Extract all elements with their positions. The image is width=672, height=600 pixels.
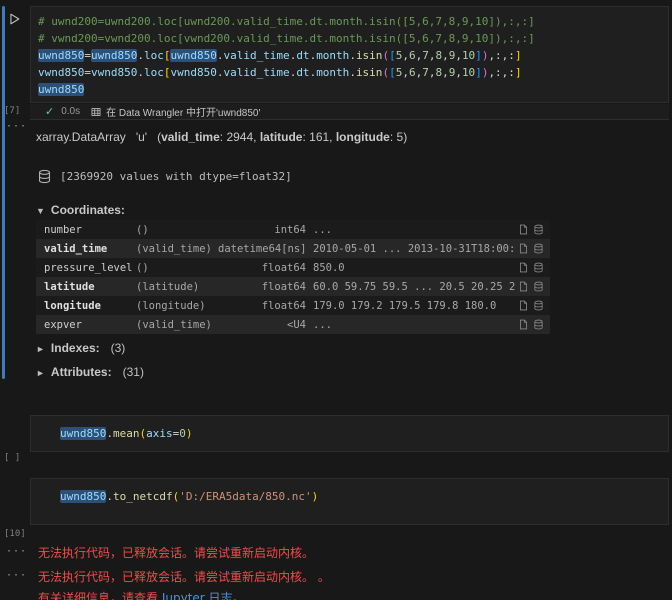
data-wrangler-icon <box>91 107 101 117</box>
xarray-header: xarray.DataArray 'u' (valid_time: 2944, la… <box>36 130 407 144</box>
coord-row-number: number()int64... <box>36 220 550 239</box>
values-summary: [2369920 values with dtype=float32] <box>60 170 292 183</box>
attributes-label: Attributes: <box>51 365 112 379</box>
active-cell-indicator <box>2 6 5 379</box>
output-options-button[interactable]: ··· <box>6 121 27 132</box>
attributes-doc-icon[interactable] <box>518 224 529 235</box>
run-cell-button[interactable] <box>7 11 21 25</box>
coordinates-label: Coordinates: <box>51 203 125 217</box>
success-check-icon: ✓ <box>45 105 54 118</box>
coord-row-latitude: latitude(latitude)float6460.0 59.75 59.5… <box>36 277 550 296</box>
coord-row-longitude: longitude(longitude)float64179.0 179.2 1… <box>36 296 550 315</box>
xr-dims: (valid_time: 2944, latitude: 161, longit… <box>157 130 407 144</box>
data-repr-row: [2369920 values with dtype=float32] <box>37 169 292 184</box>
notebook-editor: # uwnd200=uwnd200.loc[uwnd200.valid_time… <box>0 0 672 600</box>
data-stack-icon[interactable] <box>533 281 544 292</box>
data-stack-icon[interactable] <box>533 319 544 330</box>
attributes-doc-icon[interactable] <box>518 262 529 273</box>
data-stack-icon[interactable] <box>533 224 544 235</box>
error-message: 有关详细信息，请查看 Jupyter 日志。 <box>38 589 245 600</box>
coordinates-table: number()int64...valid_time(valid_time)da… <box>36 220 550 334</box>
execution-count: [7] <box>4 106 20 116</box>
code-editor[interactable]: # uwnd200=uwnd200.loc[uwnd200.valid_time… <box>38 13 668 98</box>
coord-row-expver: expver(valid_time)<U4... <box>36 315 550 334</box>
error-message: 无法执行代码，已释放会话。请尝试重新启动内核。 <box>38 544 314 561</box>
error-message: 无法执行代码，已释放会话。请尝试重新启动内核。 。 <box>38 568 330 585</box>
attributes-doc-icon[interactable] <box>518 319 529 330</box>
indexes-count: (3) <box>111 341 126 355</box>
attributes-doc-icon[interactable] <box>518 300 529 311</box>
code-editor[interactable]: uwnd850.mean(axis=0) <box>60 425 668 442</box>
coord-row-pressure_level: pressure_level()float64850.0 <box>36 258 550 277</box>
play-icon <box>7 12 21 26</box>
triangle-right-icon: ► <box>36 368 45 378</box>
attributes-doc-icon[interactable] <box>518 243 529 254</box>
output-options-button[interactable]: ··· <box>6 570 27 581</box>
execution-count: [ ] <box>4 453 20 463</box>
data-wrangler-link[interactable]: 在 Data Wrangler 中打开'uwnd850' <box>106 104 260 119</box>
data-stack-icon[interactable] <box>533 300 544 311</box>
attributes-count: (31) <box>123 365 144 379</box>
xr-array-name: 'u' <box>136 130 147 144</box>
indexes-section-toggle[interactable]: ► Indexes: (3) <box>36 341 125 355</box>
coordinates-section-toggle[interactable]: ▼ Coordinates: <box>36 203 125 217</box>
code-cell[interactable]: # uwnd200=uwnd200.loc[uwnd200.valid_time… <box>30 6 669 103</box>
code-cell[interactable]: uwnd850.to_netcdf('D:/ERA5data/850.nc') <box>30 478 669 525</box>
indexes-label: Indexes: <box>51 341 100 355</box>
code-editor[interactable]: uwnd850.to_netcdf('D:/ERA5data/850.nc') <box>60 488 668 505</box>
execution-time: 0.0s <box>61 106 80 117</box>
xr-class-name: xarray.DataArray <box>36 130 126 144</box>
error-text: 有关详细信息，请查看 <box>38 591 162 600</box>
error-suffix: 。 <box>233 591 245 600</box>
triangle-down-icon: ▼ <box>36 206 45 216</box>
attributes-section-toggle[interactable]: ► Attributes: (31) <box>36 365 144 379</box>
cell-status-bar: ✓ 0.0s 在 Data Wrangler 中打开'uwnd850' <box>30 104 669 120</box>
output-options-button[interactable]: ··· <box>6 546 27 557</box>
database-icon[interactable] <box>37 169 52 184</box>
data-stack-icon[interactable] <box>533 243 544 254</box>
coord-row-valid_time: valid_time(valid_time)datetime64[ns]2010… <box>36 239 550 258</box>
execution-count: [10] <box>4 529 26 539</box>
triangle-right-icon: ► <box>36 344 45 354</box>
data-stack-icon[interactable] <box>533 262 544 273</box>
code-cell[interactable]: uwnd850.mean(axis=0) <box>30 415 669 452</box>
attributes-doc-icon[interactable] <box>518 281 529 292</box>
jupyter-log-link[interactable]: Jupyter 日志 <box>162 591 233 600</box>
